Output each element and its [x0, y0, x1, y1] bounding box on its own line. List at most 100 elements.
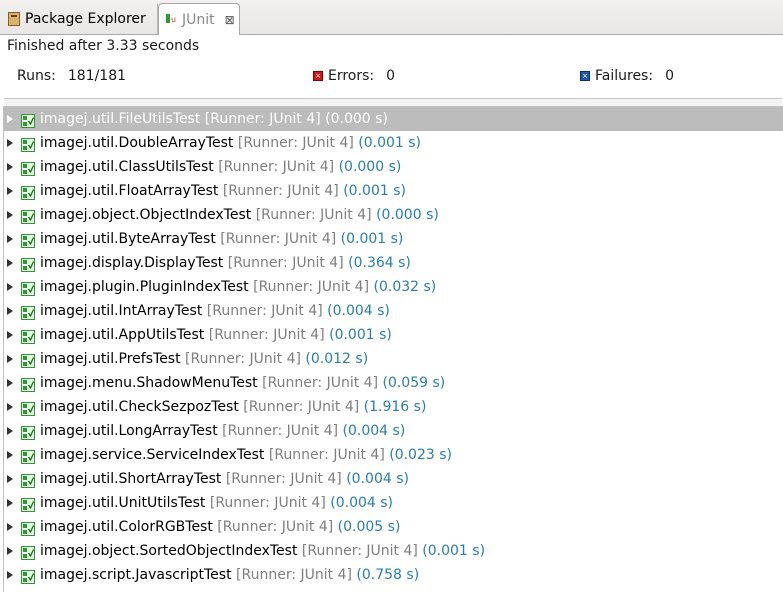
test-class-name: imagej.plugin.PluginIndexTest — [40, 279, 249, 295]
test-suite-label: imagej.object.ObjectIndexTest [Runner: J… — [40, 203, 439, 227]
failure-icon: × — [580, 71, 590, 81]
errors-label: Errors: — [328, 68, 375, 84]
test-suite-row[interactable]: imagej.util.AppUtilsTest [Runner: JUnit … — [4, 323, 783, 347]
runner-label: [Runner: JUnit 4] — [222, 183, 339, 199]
tab-label: JUnit — [182, 11, 215, 28]
test-suite-label: imagej.script.JavascriptTest [Runner: JU… — [40, 563, 419, 587]
error-icon: × — [313, 71, 323, 81]
expand-arrow-icon[interactable] — [7, 139, 13, 147]
runner-label: [Runner: JUnit 4] — [209, 495, 326, 511]
elapsed-time: (0.059 s) — [382, 375, 446, 391]
test-suite-row[interactable]: imagej.util.ColorRGBTest [Runner: JUnit … — [4, 515, 783, 539]
test-suite-label: imagej.util.ByteArrayTest [Runner: JUnit… — [40, 227, 403, 251]
expand-arrow-icon[interactable] — [7, 331, 13, 339]
test-class-name: imagej.util.DoubleArrayTest — [40, 135, 234, 151]
elapsed-time: (0.004 s) — [327, 303, 390, 319]
test-suite-label: imagej.util.IntArrayTest [Runner: JUnit … — [40, 299, 390, 323]
status-text: Finished after 3.33 seconds — [7, 38, 200, 54]
runner-label: [Runner: JUnit 4] — [255, 207, 372, 223]
test-suite-row[interactable]: imagej.script.JavascriptTest [Runner: JU… — [4, 563, 783, 587]
expand-arrow-icon[interactable] — [7, 259, 13, 267]
runner-label: [Runner: JUnit 4] — [206, 303, 323, 319]
test-suite-passed-icon — [21, 496, 35, 512]
expand-arrow-icon[interactable] — [7, 499, 13, 507]
expand-arrow-icon[interactable] — [7, 523, 13, 531]
expand-arrow-icon[interactable] — [7, 379, 13, 387]
runner-label: [Runner: JUnit 4] — [268, 447, 385, 463]
test-suite-label: imagej.service.ServiceIndexTest [Runner:… — [40, 443, 452, 467]
test-suite-row[interactable]: imagej.util.ClassUtilsTest [Runner: JUni… — [4, 155, 783, 179]
close-icon[interactable]: ⊠ — [225, 13, 235, 27]
test-class-name: imagej.util.UnitUtilsTest — [40, 495, 206, 511]
test-suite-row[interactable]: imagej.util.FileUtilsTest [Runner: JUnit… — [4, 107, 783, 131]
test-suite-label: imagej.util.LongArrayTest [Runner: JUnit… — [40, 419, 405, 443]
elapsed-time: (0.001 s) — [358, 135, 422, 151]
expand-arrow-icon[interactable] — [7, 403, 13, 411]
expand-arrow-icon[interactable] — [7, 355, 13, 363]
expand-arrow-icon[interactable] — [7, 187, 13, 195]
test-suite-passed-icon — [21, 256, 35, 272]
test-suite-row[interactable]: imagej.util.ByteArrayTest [Runner: JUnit… — [4, 227, 783, 251]
test-suite-row[interactable]: imagej.menu.ShadowMenuTest [Runner: JUni… — [4, 371, 783, 395]
test-suite-row[interactable]: imagej.object.SortedObjectIndexTest [Run… — [4, 539, 783, 563]
expand-arrow-icon[interactable] — [7, 211, 13, 219]
test-suite-label: imagej.util.AppUtilsTest [Runner: JUnit … — [40, 323, 392, 347]
test-class-name: imagej.util.PrefsTest — [40, 351, 181, 367]
test-suite-row[interactable]: imagej.object.ObjectIndexTest [Runner: J… — [4, 203, 783, 227]
test-suite-row[interactable]: imagej.util.PrefsTest [Runner: JUnit 4] … — [4, 347, 783, 371]
failures-counter: × Failures: 0 — [580, 68, 674, 84]
elapsed-time: (1.916 s) — [363, 399, 427, 415]
expand-arrow-icon[interactable] — [7, 163, 13, 171]
test-suite-passed-icon — [21, 376, 35, 392]
expand-arrow-icon[interactable] — [7, 307, 13, 315]
test-suite-row[interactable]: imagej.util.FloatArrayTest [Runner: JUni… — [4, 179, 783, 203]
test-class-name: imagej.util.ClassUtilsTest — [40, 159, 214, 175]
expand-arrow-icon[interactable] — [7, 235, 13, 243]
elapsed-time: (0.001 s) — [422, 543, 486, 559]
test-suite-label: imagej.util.CheckSezpozTest [Runner: JUn… — [40, 395, 426, 419]
test-class-name: imagej.util.LongArrayTest — [40, 423, 218, 439]
test-results-tree[interactable]: imagej.util.FileUtilsTest [Runner: JUnit… — [3, 106, 783, 592]
test-class-name: imagej.util.FloatArrayTest — [40, 183, 219, 199]
test-suite-row[interactable]: imagej.util.ShortArrayTest [Runner: JUni… — [4, 467, 783, 491]
test-suite-row[interactable]: imagej.plugin.PluginIndexTest [Runner: J… — [4, 275, 783, 299]
test-class-name: imagej.util.AppUtilsTest — [40, 327, 205, 343]
expand-arrow-icon[interactable] — [7, 427, 13, 435]
test-suite-label: imagej.util.UnitUtilsTest [Runner: JUnit… — [40, 491, 393, 515]
expand-arrow-icon[interactable] — [7, 571, 13, 579]
runs-label: Runs: — [17, 68, 56, 84]
test-suite-row[interactable]: imagej.util.IntArrayTest [Runner: JUnit … — [4, 299, 783, 323]
errors-counter: × Errors: 0 — [313, 68, 395, 84]
expand-arrow-icon[interactable] — [7, 451, 13, 459]
test-suite-label: imagej.menu.ShadowMenuTest [Runner: JUni… — [40, 371, 445, 395]
runner-label: [Runner: JUnit 4] — [185, 351, 301, 367]
expand-arrow-icon[interactable] — [7, 115, 13, 123]
view-tab-bar: Package Explorer u JUnit ⊠ — [0, 0, 783, 35]
runner-label: [Runner: JUnit 4] — [243, 399, 360, 415]
test-suite-passed-icon — [21, 472, 35, 488]
tab-junit[interactable]: u JUnit ⊠ — [158, 3, 240, 35]
expand-arrow-icon[interactable] — [7, 475, 13, 483]
test-suite-row[interactable]: imagej.util.DoubleArrayTest [Runner: JUn… — [4, 131, 783, 155]
test-class-name: imagej.object.SortedObjectIndexTest — [40, 543, 298, 559]
test-suite-row[interactable]: imagej.util.LongArrayTest [Runner: JUnit… — [4, 419, 783, 443]
tab-package-explorer[interactable]: Package Explorer — [0, 4, 158, 34]
elapsed-time: (0.001 s) — [343, 183, 406, 199]
expand-arrow-icon[interactable] — [7, 283, 13, 291]
package-explorer-icon — [8, 12, 20, 26]
test-suite-row[interactable]: imagej.util.UnitUtilsTest [Runner: JUnit… — [4, 491, 783, 515]
test-suite-passed-icon — [21, 400, 35, 416]
test-suite-row[interactable]: imagej.display.DisplayTest [Runner: JUni… — [4, 251, 783, 275]
runner-label: [Runner: JUnit 4] — [237, 135, 354, 151]
test-suite-row[interactable]: imagej.service.ServiceIndexTest [Runner:… — [4, 443, 783, 467]
expand-arrow-icon[interactable] — [7, 547, 13, 555]
runner-label: [Runner: JUnit 4] — [218, 159, 335, 175]
test-suite-label: imagej.util.DoubleArrayTest [Runner: JUn… — [40, 131, 421, 155]
runner-label: [Runner: JUnit 4] — [217, 519, 334, 535]
test-suite-row[interactable]: imagej.util.CheckSezpozTest [Runner: JUn… — [4, 395, 783, 419]
test-suite-passed-icon — [21, 568, 35, 584]
failures-label: Failures: — [595, 68, 654, 84]
elapsed-time: (0.004 s) — [330, 495, 393, 511]
test-suite-label: imagej.object.SortedObjectIndexTest [Run… — [40, 539, 485, 563]
test-suite-label: imagej.util.ShortArrayTest [Runner: JUni… — [40, 467, 409, 491]
